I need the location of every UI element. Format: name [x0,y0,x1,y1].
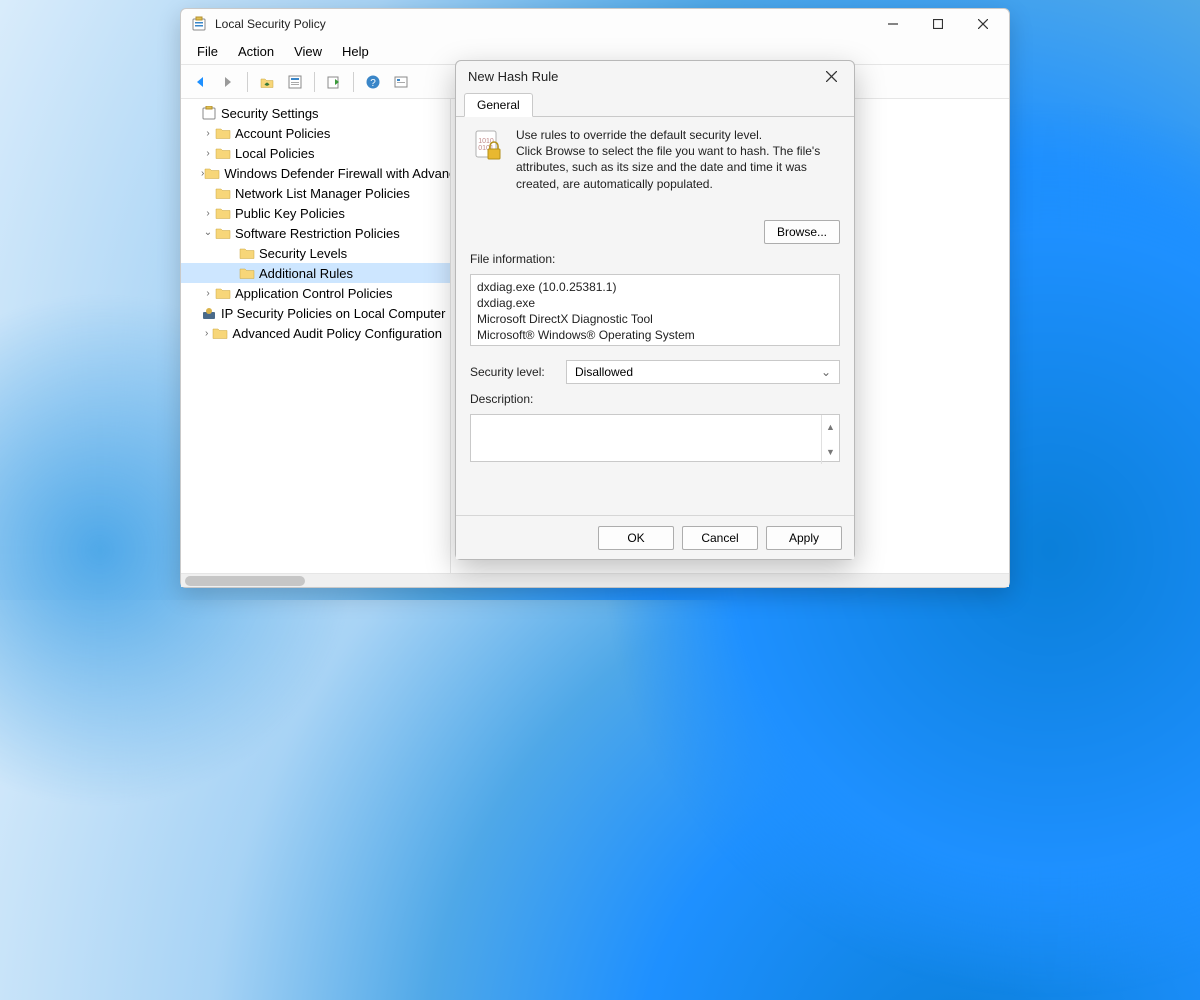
tree-item-security-levels[interactable]: Security Levels [181,243,450,263]
security-settings-icon [201,106,217,120]
description-label: Description: [470,392,840,406]
folder-icon [204,166,220,180]
scrollbar-thumb[interactable] [185,576,305,586]
close-button[interactable] [960,9,1005,39]
tree-item-ipsec[interactable]: IP Security Policies on Local Computer [181,303,450,323]
chevron-right-icon[interactable]: › [201,148,215,159]
spin-down-icon[interactable]: ▼ [821,439,839,464]
browse-button[interactable]: Browse... [764,220,840,244]
tree-panel[interactable]: Security Settings › Account Policies › L… [181,99,451,573]
tree-item-public-key[interactable]: › Public Key Policies [181,203,450,223]
tree-item-software-restriction[interactable]: ⌄ Software Restriction Policies [181,223,450,243]
chevron-right-icon[interactable]: › [201,288,215,299]
menu-view[interactable]: View [284,40,332,63]
tree-label: Windows Defender Firewall with Advanced … [224,166,451,181]
toolbar-separator [247,72,248,92]
tree-item-local-policies[interactable]: › Local Policies [181,143,450,163]
minimize-button[interactable] [870,9,915,39]
properties-icon[interactable] [282,69,308,95]
intro-line1: Use rules to override the default securi… [516,127,840,143]
tree-label: Local Policies [235,146,315,161]
chevron-right-icon[interactable]: › [201,128,215,139]
toolbar-separator [314,72,315,92]
ipsec-icon [201,306,217,320]
dialog-titlebar[interactable]: New Hash Rule [456,61,854,91]
lock-file-icon: 1010 0101 [470,127,506,163]
security-level-combobox[interactable]: Disallowed ⌄ [566,360,840,384]
refresh-icon[interactable] [388,69,414,95]
help-icon[interactable]: ? [360,69,386,95]
horizontal-scrollbar[interactable] [181,573,1009,587]
folder-icon [239,266,255,280]
security-level-label: Security level: [470,365,556,379]
menu-help[interactable]: Help [332,40,379,63]
tree-label: Account Policies [235,126,330,141]
export-icon[interactable] [321,69,347,95]
description-spinner: ▲ ▼ [821,415,839,464]
tree-label: Additional Rules [259,266,353,281]
description-textarea[interactable] [470,414,840,462]
tree-item-audit[interactable]: › Advanced Audit Policy Configuration [181,323,450,343]
maximize-button[interactable] [915,9,960,39]
tree-label: Security Levels [259,246,347,261]
folder-icon [215,286,231,300]
toolbar-separator [353,72,354,92]
tree-item-firewall[interactable]: › Windows Defender Firewall with Advance… [181,163,450,183]
file-info-textarea[interactable] [470,274,840,346]
tree-label: Software Restriction Policies [235,226,400,241]
ok-button[interactable]: OK [598,526,674,550]
tree-label: IP Security Policies on Local Computer [221,306,445,321]
back-button[interactable] [187,69,213,95]
folder-icon [215,146,231,160]
new-hash-rule-dialog: New Hash Rule General 1010 0101 Use rule… [455,60,855,560]
dialog-close-button[interactable] [816,63,846,89]
window-title: Local Security Policy [215,17,326,31]
forward-button[interactable] [215,69,241,95]
menu-file[interactable]: File [187,40,228,63]
chevron-down-icon[interactable]: ⌄ [201,227,215,238]
dialog-footer: OK Cancel Apply [456,515,854,559]
tabstrip: General [456,91,854,117]
tree-label: Application Control Policies [235,286,393,301]
tree-item-network-list[interactable]: Network List Manager Policies [181,183,450,203]
tree-item-account-policies[interactable]: › Account Policies [181,123,450,143]
tree-root[interactable]: Security Settings [181,103,450,123]
titlebar[interactable]: Local Security Policy [181,9,1009,39]
file-info-label: File information: [470,252,840,266]
app-icon [191,16,207,32]
menu-action[interactable]: Action [228,40,284,63]
folder-icon [212,326,228,340]
svg-text:1010: 1010 [478,138,494,145]
up-folder-icon[interactable] [254,69,280,95]
tab-general[interactable]: General [464,93,533,117]
folder-icon [239,246,255,260]
tree-label: Network List Manager Policies [235,186,410,201]
tree-label: Public Key Policies [235,206,345,221]
dialog-title: New Hash Rule [468,69,558,84]
chevron-down-icon: ⌄ [821,365,831,379]
svg-text:?: ? [370,78,376,89]
chevron-right-icon[interactable]: › [201,328,212,339]
folder-icon [215,126,231,140]
tree-label: Security Settings [221,106,319,121]
folder-icon [215,206,231,220]
tree-item-additional-rules[interactable]: Additional Rules [181,263,450,283]
spin-up-icon[interactable]: ▲ [821,415,839,440]
tree-label: Advanced Audit Policy Configuration [232,326,442,341]
folder-icon [215,186,231,200]
chevron-right-icon[interactable]: › [201,208,215,219]
intro-line2: Click Browse to select the file you want… [516,143,840,192]
folder-icon [215,226,231,240]
cancel-button[interactable]: Cancel [682,526,758,550]
tree-item-app-control[interactable]: › Application Control Policies [181,283,450,303]
security-level-value: Disallowed [575,365,633,379]
apply-button[interactable]: Apply [766,526,842,550]
